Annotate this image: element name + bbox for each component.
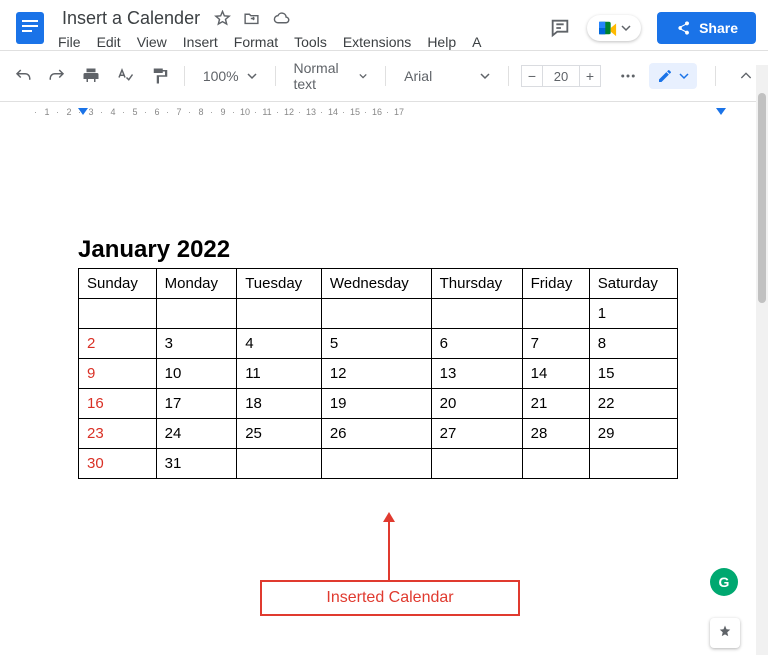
hide-menus-icon[interactable]	[734, 64, 758, 88]
font-select[interactable]: Arial	[398, 65, 496, 87]
star-icon[interactable]	[214, 10, 231, 27]
title-icons	[214, 10, 291, 27]
menu-file[interactable]: File	[58, 34, 81, 50]
menu-tools[interactable]: Tools	[294, 34, 327, 50]
print-icon[interactable]	[78, 63, 104, 89]
meet-button[interactable]	[587, 15, 641, 41]
calendar-row: 16171819202122	[79, 389, 678, 419]
undo-icon[interactable]	[10, 63, 36, 89]
scroll-thumb[interactable]	[758, 93, 766, 303]
menu-insert[interactable]: Insert	[183, 34, 218, 50]
calendar-row: 23242526272829	[79, 419, 678, 449]
comment-history-icon[interactable]	[549, 17, 571, 39]
font-size-decrease[interactable]: −	[521, 65, 543, 87]
calendar-header-row: Sunday Monday Tuesday Wednesday Thursday…	[79, 269, 678, 299]
font-size-control: − 20 +	[521, 65, 601, 87]
zoom-select[interactable]: 100%	[197, 65, 263, 87]
annotation-arrow	[388, 520, 390, 580]
menu-edit[interactable]: Edit	[97, 34, 121, 50]
header-wednesday[interactable]: Wednesday	[321, 269, 431, 299]
calendar-table[interactable]: Sunday Monday Tuesday Wednesday Thursday…	[78, 268, 678, 479]
share-label: Share	[699, 20, 738, 36]
header-sunday[interactable]: Sunday	[79, 269, 157, 299]
move-icon[interactable]	[243, 10, 260, 27]
vertical-scrollbar[interactable]	[756, 65, 768, 655]
menu-bar: File Edit View Insert Format Tools Exten…	[58, 34, 549, 50]
menu-help[interactable]: Help	[427, 34, 456, 50]
font-size-increase[interactable]: +	[579, 65, 601, 87]
share-button[interactable]: Share	[657, 12, 756, 44]
spellcheck-icon[interactable]	[112, 63, 138, 89]
font-size-value[interactable]: 20	[543, 65, 579, 87]
docs-logo-icon[interactable]	[12, 10, 48, 46]
grammarly-icon[interactable]: G	[710, 568, 738, 596]
calendar-row: 1	[79, 299, 678, 329]
title-area: Insert a Calender File Edit View Insert …	[58, 6, 549, 50]
annotation-label: Inserted Calendar	[326, 589, 453, 607]
header-monday[interactable]: Monday	[156, 269, 237, 299]
header-thursday[interactable]: Thursday	[431, 269, 522, 299]
menu-view[interactable]: View	[137, 34, 167, 50]
editing-mode-button[interactable]	[649, 63, 697, 89]
more-icon[interactable]	[615, 63, 641, 89]
header-tuesday[interactable]: Tuesday	[237, 269, 322, 299]
cloud-icon[interactable]	[272, 10, 291, 27]
document-title[interactable]: Insert a Calender	[58, 6, 204, 31]
header-friday[interactable]: Friday	[522, 269, 589, 299]
right-indent-marker[interactable]	[716, 108, 726, 115]
redo-icon[interactable]	[44, 63, 70, 89]
annotation-box: Inserted Calendar	[260, 580, 520, 616]
style-select[interactable]: Normal text	[287, 57, 373, 95]
menu-extensions[interactable]: Extensions	[343, 34, 411, 50]
calendar-row: 9101112131415	[79, 359, 678, 389]
header-saturday[interactable]: Saturday	[589, 269, 677, 299]
menu-format[interactable]: Format	[234, 34, 278, 50]
left-indent-marker[interactable]	[78, 108, 88, 115]
menu-overflow[interactable]: A	[472, 34, 481, 50]
calendar-title[interactable]: January 2022	[78, 236, 678, 264]
calendar-row: 3031	[79, 449, 678, 479]
explore-icon[interactable]	[710, 618, 740, 648]
header-right: Share	[549, 12, 756, 44]
toolbar: 100% Normal text Arial − 20 +	[0, 50, 768, 102]
calendar-row: 2345678	[79, 329, 678, 359]
app-header: Insert a Calender File Edit View Insert …	[0, 0, 768, 50]
paint-format-icon[interactable]	[146, 63, 172, 89]
